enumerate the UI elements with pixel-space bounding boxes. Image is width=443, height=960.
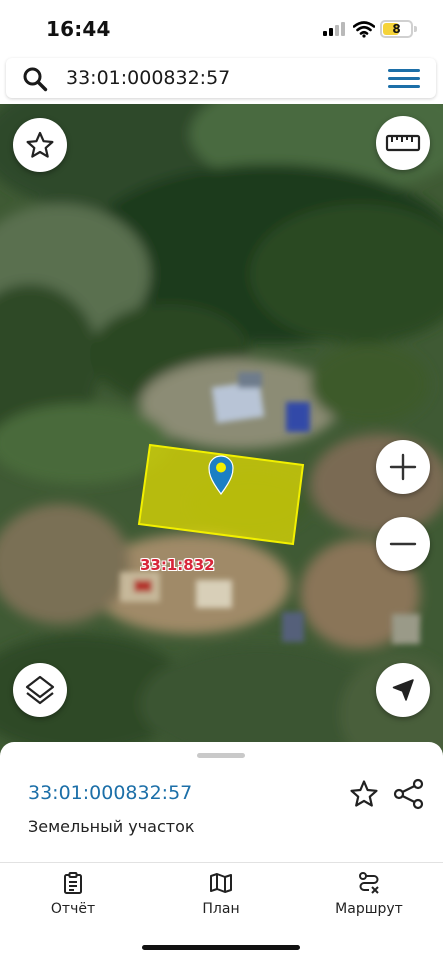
battery-tip [414, 26, 417, 32]
nav-item-plan[interactable]: План [166, 871, 276, 927]
sheet-drag-handle[interactable] [197, 753, 245, 758]
search-icon[interactable] [22, 66, 48, 92]
search-bar[interactable]: 33:01:000832:57 [6, 58, 436, 98]
search-input[interactable]: 33:01:000832:57 [66, 67, 230, 89]
plus-icon [389, 453, 417, 481]
parcel-type: Земельный участок [28, 817, 195, 836]
map-icon [210, 873, 232, 893]
nav-item-report[interactable]: Отчёт [18, 871, 128, 927]
status-time: 16:44 [46, 17, 111, 41]
nav-label-plan: План [202, 901, 240, 917]
satellite-map[interactable] [0, 104, 443, 764]
location-arrow-icon [392, 679, 414, 701]
layers-button[interactable] [13, 663, 67, 717]
clipboard-icon [64, 872, 82, 894]
locate-button[interactable] [376, 663, 430, 717]
share-icon[interactable] [393, 778, 425, 810]
zoom-in-button[interactable] [376, 440, 430, 494]
zoom-out-button[interactable] [376, 517, 430, 571]
minus-icon [389, 542, 417, 546]
ruler-button[interactable] [376, 116, 430, 170]
battery-icon: 8 [380, 20, 413, 38]
parcel-info-sheet[interactable]: 33:01:000832:57 Земельный участок [0, 742, 443, 864]
ruler-icon [385, 134, 421, 152]
signal-icon [323, 22, 347, 36]
parcel-title: 33:01:000832:57 [28, 782, 193, 804]
route-icon [359, 872, 379, 894]
bottom-nav: Отчёт План Маршрут [0, 862, 443, 960]
nav-item-route[interactable]: Маршрут [314, 871, 424, 927]
star-icon[interactable] [348, 778, 380, 810]
status-bar: 16:44 8 [0, 0, 443, 58]
menu-icon[interactable] [388, 69, 420, 89]
battery-percent: 8 [392, 22, 401, 36]
home-indicator[interactable] [142, 945, 300, 950]
wifi-icon [353, 21, 375, 38]
layers-icon [25, 675, 55, 705]
parcel-number-label[interactable]: 33:1:832 [140, 556, 215, 574]
map-favorite-button[interactable] [13, 118, 67, 172]
nav-label-route: Маршрут [335, 901, 403, 917]
star-icon [26, 131, 54, 158]
nav-label-report: Отчёт [50, 901, 96, 917]
